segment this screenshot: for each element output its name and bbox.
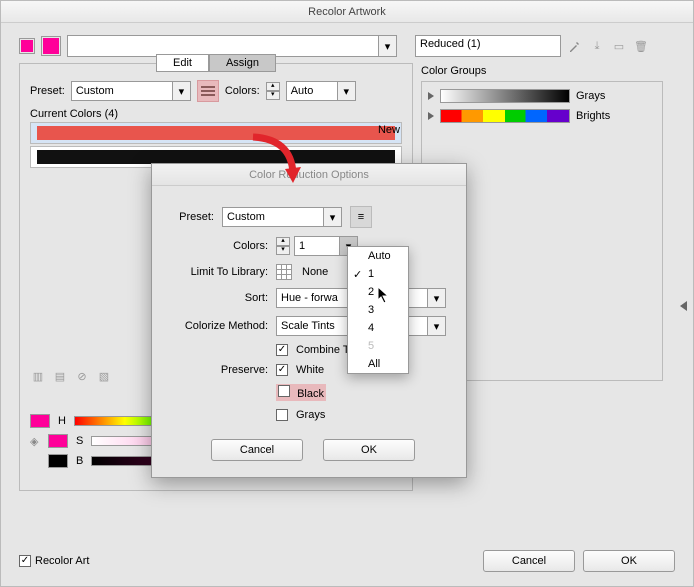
- save-group-icon[interactable]: ⤓: [589, 38, 605, 54]
- combine-tints-checkbox[interactable]: ✓: [276, 344, 288, 356]
- color-group-label: Brights: [576, 110, 610, 122]
- merge-icon[interactable]: ▥: [30, 368, 46, 384]
- preset-label: Preset:: [30, 85, 65, 97]
- trash-icon[interactable]: 🗑: [633, 38, 649, 54]
- menu-item-4[interactable]: 4: [348, 319, 408, 337]
- chevron-down-icon[interactable]: ▾: [427, 317, 445, 335]
- color-reduction-options-dialog: Color Reduction Options Preset: Custom▾ …: [151, 163, 467, 478]
- new-label: New: [378, 124, 400, 136]
- modal-preset-menu-button[interactable]: ≡: [350, 206, 372, 228]
- color-group-row-brights[interactable]: Brights: [426, 106, 658, 126]
- modal-preset-combo[interactable]: Custom▾: [222, 207, 342, 227]
- main-cancel-button[interactable]: Cancel: [483, 550, 575, 572]
- recolor-artwork-window: Recolor Artwork ▾ Reduced (1) ⤓ ▭ 🗑 Edit…: [0, 0, 694, 587]
- color-group-label: Grays: [576, 90, 605, 102]
- color-group-name-input[interactable]: Reduced (1): [415, 35, 561, 57]
- current-colors-label: Current Colors (4): [30, 108, 402, 120]
- tab-assign[interactable]: Assign: [209, 54, 276, 72]
- s-swatch[interactable]: [48, 434, 68, 448]
- library-grid-icon[interactable]: [276, 264, 292, 280]
- preserve-grays-checkbox[interactable]: [276, 409, 288, 421]
- sort-label: Sort:: [168, 292, 272, 304]
- colors-stepper[interactable]: ▴▾: [266, 82, 280, 100]
- chevron-down-icon[interactable]: ▾: [378, 36, 396, 56]
- preserve-white-checkbox[interactable]: ✓: [276, 364, 288, 376]
- colors-combo[interactable]: Auto▾: [286, 81, 356, 101]
- color-reduction-options-button[interactable]: [197, 80, 219, 102]
- recolor-art-checkbox[interactable]: ✓: [19, 555, 31, 567]
- footer: ✓ Recolor Art Cancel OK: [1, 536, 693, 586]
- modal-ok-button[interactable]: OK: [323, 439, 415, 461]
- recolor-art-label: Recolor Art: [35, 555, 89, 567]
- disclosure-triangle-icon[interactable]: [428, 92, 434, 100]
- combine-tints-label: Combine T: [296, 344, 350, 356]
- colors-label: Colors:: [225, 85, 260, 97]
- b-swatch[interactable]: [48, 454, 68, 468]
- modal-cancel-button[interactable]: Cancel: [211, 439, 303, 461]
- eyedropper-icon[interactable]: [567, 38, 583, 54]
- modal-colors-stepper[interactable]: ▴▾: [276, 237, 290, 255]
- h-label: H: [58, 415, 66, 427]
- separate-icon[interactable]: ▤: [52, 368, 68, 384]
- color-group-row-grays[interactable]: Grays: [426, 86, 658, 106]
- modal-colors-value: 1: [295, 240, 339, 252]
- dialog-title: Color Reduction Options: [152, 164, 466, 186]
- modal-preset-label: Preset:: [168, 211, 218, 223]
- new-row-icon[interactable]: ▧: [96, 368, 112, 384]
- h-swatch[interactable]: [30, 414, 50, 428]
- exclude-icon[interactable]: ⊘: [74, 368, 90, 384]
- limit-to-library-label: Limit To Library:: [168, 266, 272, 278]
- preserve-black-row: Black: [276, 384, 326, 401]
- preserve-black-label: Black: [297, 388, 324, 400]
- limit-to-library-value: None: [302, 266, 328, 278]
- preserve-black-checkbox[interactable]: [278, 385, 290, 397]
- menu-item-1[interactable]: 1: [348, 265, 408, 283]
- preset-combo[interactable]: Custom▾: [71, 81, 191, 101]
- modal-preset-value: Custom: [223, 211, 323, 223]
- preserve-label: Preserve:: [168, 364, 272, 376]
- grays-swatch-strip: [440, 89, 570, 103]
- preserve-white-label: White: [296, 364, 324, 376]
- colors-value: Auto: [287, 85, 337, 97]
- b-label: B: [76, 455, 83, 467]
- menu-item-all[interactable]: All: [348, 355, 408, 373]
- folder-icon[interactable]: ▭: [611, 38, 627, 54]
- main-ok-button[interactable]: OK: [583, 550, 675, 572]
- modal-colors-label: Colors:: [168, 240, 272, 252]
- chevron-down-icon[interactable]: ▾: [323, 208, 341, 226]
- menu-item-5: 5: [348, 337, 408, 355]
- color-groups-title: Color Groups: [421, 65, 663, 77]
- tab-edit[interactable]: Edit: [156, 54, 209, 72]
- colors-count-menu: Auto 1 2 3 4 5 All: [347, 246, 409, 374]
- preset-value: Custom: [72, 85, 172, 97]
- menu-item-auto[interactable]: Auto: [348, 247, 408, 265]
- brights-swatch-strip: [440, 109, 570, 123]
- chevron-down-icon[interactable]: ▾: [427, 289, 445, 307]
- colorize-method-label: Colorize Method:: [168, 320, 272, 332]
- chevron-down-icon[interactable]: ▾: [337, 82, 355, 100]
- cursor-icon: [377, 286, 391, 304]
- active-color-swatch[interactable]: [19, 38, 35, 54]
- color-group-base-swatch[interactable]: [41, 36, 61, 56]
- panel-collapse-icon[interactable]: [680, 301, 687, 311]
- chevron-down-icon[interactable]: ▾: [172, 82, 190, 100]
- window-title: Recolor Artwork: [1, 1, 693, 23]
- preserve-grays-label: Grays: [296, 409, 325, 421]
- s-label: S: [76, 435, 83, 447]
- current-color-row-1[interactable]: [30, 122, 402, 144]
- disclosure-triangle-icon[interactable]: [428, 112, 434, 120]
- color-group-name-text: Reduced (1): [420, 38, 481, 50]
- cube-icon: ◈: [30, 435, 40, 448]
